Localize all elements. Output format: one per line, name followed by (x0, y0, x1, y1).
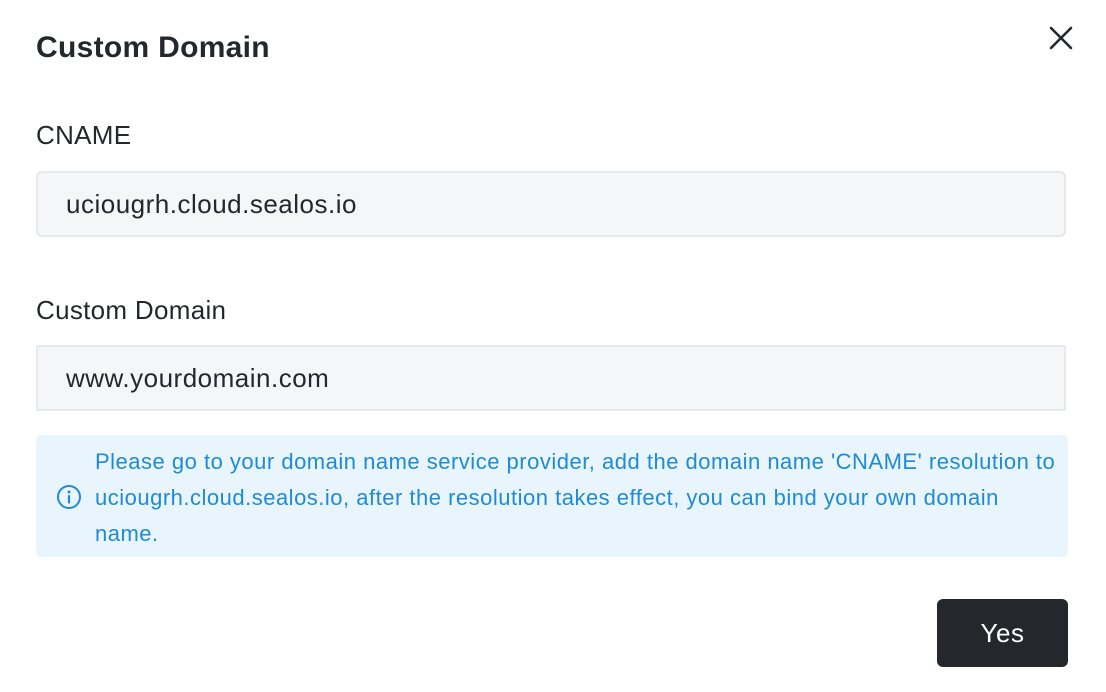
close-icon (1049, 26, 1073, 50)
cname-label: CNAME (36, 120, 132, 150)
custom-domain-dialog: Custom Domain CNAME Custom Domain Please… (0, 0, 1106, 692)
close-button[interactable] (1040, 17, 1082, 59)
dialog-title: Custom Domain (36, 31, 270, 64)
cname-input[interactable] (36, 171, 1066, 237)
custom-domain-input[interactable] (36, 345, 1066, 411)
info-alert: Please go to your domain name service pr… (36, 435, 1068, 557)
custom-domain-label: Custom Domain (36, 295, 227, 325)
info-icon (57, 485, 81, 509)
alert-message: Please go to your domain name service pr… (95, 449, 1056, 546)
yes-button[interactable]: Yes (937, 599, 1068, 667)
